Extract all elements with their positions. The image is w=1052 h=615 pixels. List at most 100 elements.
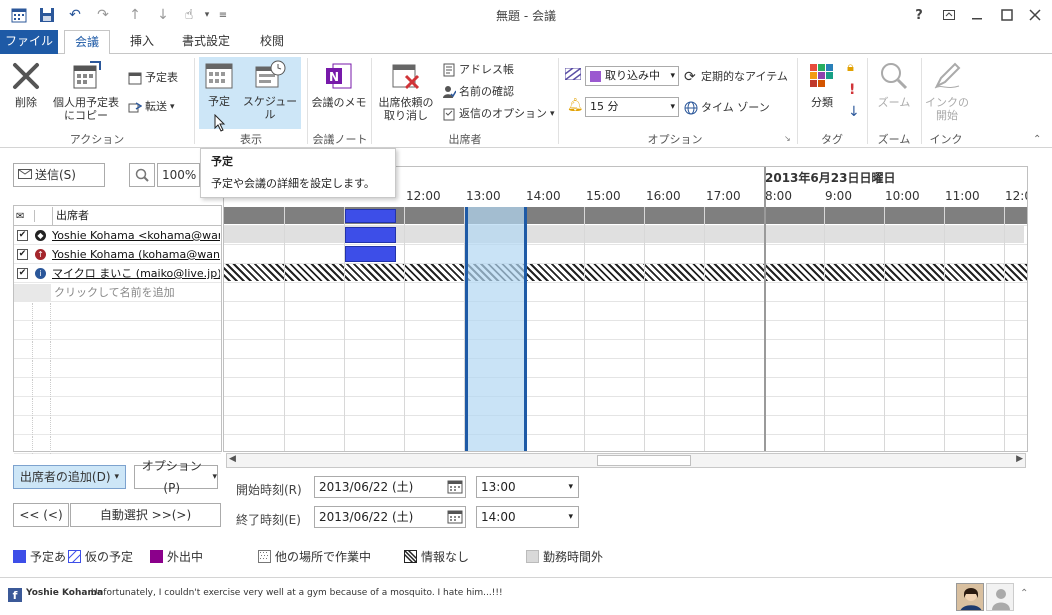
forward-button[interactable]: 転送 ▾ bbox=[128, 97, 175, 117]
attendee-name[interactable]: マイクロ まいこ (maiko@live.jp) bbox=[52, 265, 220, 283]
copy-label-1: 個人用予定表 bbox=[53, 96, 119, 109]
zoom-level-dropdown[interactable]: 100% bbox=[157, 163, 200, 187]
attendee-checkbox[interactable]: ✔ bbox=[17, 268, 28, 279]
dialog-launcher-icon[interactable]: ↘ bbox=[784, 134, 791, 143]
attendee-row[interactable]: ✔ i マイクロ まいこ (maiko@live.jp) bbox=[14, 265, 221, 283]
attendee-checkbox[interactable]: ✔ bbox=[17, 230, 28, 241]
hour-line bbox=[1004, 207, 1005, 451]
group-label-show: 表示 bbox=[240, 133, 262, 146]
attendee-name[interactable]: Yoshie Kohama (kohama@wanich bbox=[52, 246, 220, 264]
attendee-header-row: ✉ 出席者 bbox=[14, 206, 221, 226]
show-as-dropdown[interactable]: 取り込み中 ▾ bbox=[585, 66, 679, 86]
zoom-button[interactable]: ズーム bbox=[872, 58, 916, 128]
address-book-label: アドレス帳 bbox=[459, 63, 514, 76]
end-date-field[interactable]: 2013/06/22 (土) bbox=[314, 506, 466, 528]
ribbon-display-icon[interactable] bbox=[934, 2, 964, 28]
collapse-ribbon-icon[interactable]: ⌃ bbox=[1033, 134, 1041, 145]
ribbon: 削除 個人用予定表 にコピー 予定表 転送 ▾ アクション 予定 スケジュール … bbox=[0, 54, 1052, 148]
recurrence-button[interactable]: ⟳ 定期的なアイテム bbox=[684, 67, 788, 87]
check-names-button[interactable]: 名前の確認 bbox=[442, 82, 514, 102]
hour-label: 12:0 bbox=[1005, 189, 1027, 203]
add-attendee-input[interactable]: クリックして名前を追加 bbox=[54, 284, 175, 302]
magnifier-icon bbox=[878, 60, 910, 92]
row-divider bbox=[50, 341, 51, 359]
start-inking-button[interactable]: インクの 開始 bbox=[924, 58, 970, 128]
cancel-invitation-button[interactable]: 出席依頼の 取り消し bbox=[375, 58, 437, 128]
low-importance-icon[interactable]: ↓ bbox=[848, 104, 860, 120]
start-time-field[interactable]: 13:00 ▾ bbox=[476, 476, 579, 498]
save-icon[interactable] bbox=[36, 4, 58, 26]
customize-qat-icon[interactable]: ≡ bbox=[212, 4, 234, 26]
tab-file[interactable]: ファイル bbox=[0, 30, 58, 54]
schedule-button[interactable]: スケジュール bbox=[239, 57, 301, 129]
avatar[interactable] bbox=[956, 583, 984, 611]
recurrence-label: 定期的なアイテム bbox=[701, 70, 788, 83]
response-options-button[interactable]: 返信のオプション ▾ bbox=[442, 104, 555, 124]
maximize-icon[interactable] bbox=[992, 2, 1022, 28]
scroll-left-icon[interactable]: ◀ bbox=[229, 454, 236, 464]
arrow-up-icon[interactable]: ↑ bbox=[124, 4, 146, 26]
pen-icon bbox=[931, 60, 963, 92]
legend-label: 勤務時間外 bbox=[543, 550, 604, 564]
tab-insert[interactable]: 挿入 bbox=[120, 30, 164, 54]
tab-review[interactable]: 校閲 bbox=[250, 30, 294, 54]
minimize-icon[interactable] bbox=[962, 2, 992, 28]
forward-label: 転送 bbox=[145, 100, 167, 113]
calendar-button[interactable]: 予定表 bbox=[128, 68, 178, 88]
zoom-icon[interactable] bbox=[129, 163, 155, 187]
scroll-right-icon[interactable]: ▶ bbox=[1016, 454, 1023, 464]
calendar-picker-icon[interactable] bbox=[447, 479, 463, 500]
chevron-down-icon[interactable]: ▾ bbox=[568, 477, 573, 497]
attendee-row[interactable]: ✔ ↑ Yoshie Kohama (kohama@wanich bbox=[14, 246, 221, 264]
legend-working-elsewhere: 他の場所で作業中 bbox=[258, 548, 371, 565]
horizontal-scrollbar[interactable]: ◀ ▶ bbox=[226, 453, 1026, 468]
row-divider bbox=[50, 417, 51, 435]
attendee-row[interactable]: ✔ ◆ Yoshie Kohama <kohama@wanich bbox=[14, 227, 221, 245]
private-lock-icon[interactable]: 🔒︎ bbox=[847, 60, 854, 75]
close-icon[interactable] bbox=[1020, 2, 1050, 28]
group-label-options: オプション bbox=[647, 133, 703, 146]
ink-label-1: インクの bbox=[925, 96, 969, 109]
zoom-label: ズーム bbox=[877, 96, 911, 109]
end-time-field[interactable]: 14:00 ▾ bbox=[476, 506, 579, 528]
high-importance-icon[interactable]: ! bbox=[849, 82, 855, 98]
legend-out-of-office: 外出中 bbox=[150, 548, 203, 565]
categorize-button[interactable]: 分類 bbox=[802, 58, 842, 128]
legend-outside-hours: 勤務時間外 bbox=[526, 548, 603, 565]
address-book-button[interactable]: アドレス帳 bbox=[442, 60, 514, 80]
reminder-dropdown[interactable]: 15 分 ▾ bbox=[585, 97, 679, 117]
tab-format[interactable]: 書式設定 bbox=[172, 30, 240, 54]
add-attendees-button[interactable]: 出席者の追加(D) ▾ bbox=[13, 465, 126, 489]
meeting-notes-button[interactable]: N 会議のメモ bbox=[311, 58, 367, 128]
tooltip: 予定 予定や会議の詳細を設定します。 bbox=[200, 148, 396, 198]
time-zones-button[interactable]: タイム ゾーン bbox=[684, 98, 770, 118]
help-icon[interactable]: ? bbox=[904, 2, 934, 28]
copy-to-calendar-button[interactable]: 個人用予定表 にコピー bbox=[48, 58, 124, 128]
chevron-down-icon: ▾ bbox=[212, 472, 217, 482]
attendee-name[interactable]: Yoshie Kohama <kohama@wanich bbox=[52, 227, 220, 245]
person-placeholder-icon[interactable] bbox=[986, 583, 1014, 611]
start-date-field[interactable]: 2013/06/22 (土) bbox=[314, 476, 466, 498]
scroll-thumb[interactable] bbox=[597, 455, 691, 466]
tab-meeting[interactable]: 会議 bbox=[64, 30, 111, 55]
arrow-down-icon[interactable]: ↓ bbox=[152, 4, 174, 26]
send-button[interactable]: 送信(S) bbox=[13, 163, 105, 187]
chevron-down-icon[interactable]: ▾ bbox=[568, 507, 573, 527]
chevron-up-icon[interactable]: ⌃ bbox=[1020, 588, 1028, 599]
attendee-checkbox[interactable]: ✔ bbox=[17, 249, 28, 260]
chevron-down-icon: ▾ bbox=[670, 71, 675, 81]
calendar-picker-icon[interactable] bbox=[447, 509, 463, 530]
previous-button[interactable]: << (<) bbox=[13, 503, 69, 527]
row-divider bbox=[50, 398, 51, 416]
chevron-down-icon[interactable]: ▾ bbox=[550, 104, 555, 124]
delete-button[interactable]: 削除 bbox=[6, 58, 46, 128]
redo-icon[interactable]: ↷ bbox=[92, 4, 114, 26]
legend-label: 外出中 bbox=[167, 550, 204, 564]
meeting-notes-label: 会議のメモ bbox=[311, 96, 367, 109]
add-attendee-row[interactable]: クリックして名前を追加 bbox=[14, 284, 221, 302]
autopick-button[interactable]: 自動選択 >>(>) bbox=[70, 503, 221, 527]
chevron-down-icon[interactable]: ▾ bbox=[170, 97, 175, 117]
hour-label: 12:00 bbox=[406, 189, 441, 203]
options-button[interactable]: オプション(P) ▾ bbox=[134, 459, 218, 495]
undo-icon[interactable]: ↶ bbox=[64, 4, 86, 26]
